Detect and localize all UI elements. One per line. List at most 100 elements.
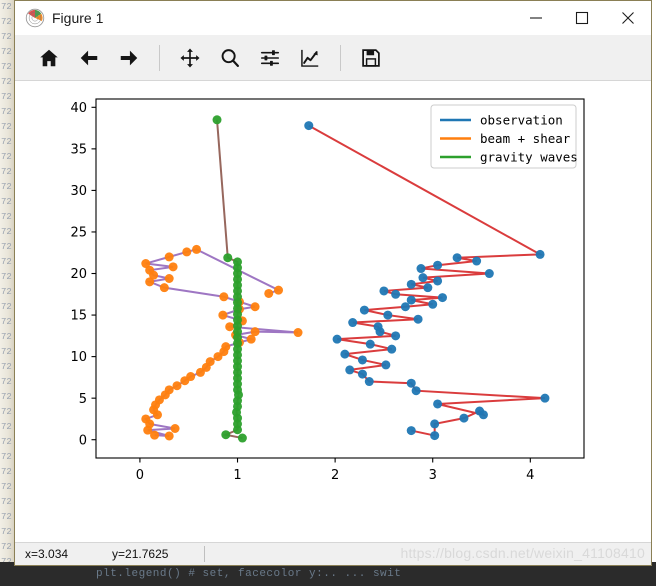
- data-point: [387, 344, 397, 354]
- data-point: [293, 328, 303, 338]
- forward-button[interactable]: [109, 41, 149, 75]
- data-point: [418, 273, 428, 283]
- zoom-button[interactable]: [210, 41, 250, 75]
- title-bar: Figure 1: [15, 1, 651, 35]
- toolbar-separator-1: [159, 44, 160, 71]
- data-point: [406, 279, 416, 289]
- data-point: [237, 433, 247, 443]
- data-point: [406, 426, 416, 436]
- cursor-x-readout: x=3.034: [25, 547, 69, 561]
- data-point: [304, 121, 314, 131]
- navigation-toolbar: [15, 35, 651, 81]
- maximize-icon: [575, 11, 589, 24]
- data-point: [423, 283, 433, 293]
- edit-parameters-button[interactable]: [290, 41, 330, 75]
- data-point: [433, 260, 443, 270]
- status-separator: [204, 546, 206, 562]
- editor-line-number-gutter: 72 72 72 72 72 72 72 72 72 72 72 72 72 72 72 72 72 72 72 72…: [0, 0, 14, 586]
- pan-button[interactable]: [170, 41, 210, 75]
- data-point: [264, 288, 274, 298]
- data-point: [219, 292, 229, 302]
- matplotlib-axes[interactable]: 0 1 2 3 40510152025303540observationbeam + s…: [15, 81, 651, 542]
- data-point: [430, 431, 440, 441]
- data-point: [391, 331, 401, 341]
- data-point: [406, 295, 416, 305]
- legend: observation beam + shear gravity waves: [430, 104, 578, 169]
- data-point: [416, 264, 426, 274]
- data-point: [348, 318, 358, 328]
- data-point: [413, 314, 423, 324]
- y-tick-label: 5: [79, 392, 87, 407]
- minimize-icon: [530, 16, 542, 19]
- y-tick-label: 35: [70, 142, 87, 157]
- status-bar: x=3.034 y=21.7625 https://blog.csdn.net/…: [15, 542, 651, 565]
- data-point: [359, 305, 369, 315]
- data-point: [164, 431, 174, 441]
- back-arrow-icon: [80, 50, 98, 65]
- data-point: [274, 285, 284, 295]
- subplot-sliders-icon: [260, 49, 280, 66]
- close-button[interactable]: [605, 1, 651, 34]
- maximize-button[interactable]: [559, 1, 605, 34]
- save-button[interactable]: [351, 41, 391, 75]
- pan-move-icon: [180, 47, 200, 68]
- data-point: [250, 302, 260, 312]
- data-point: [379, 286, 389, 296]
- data-point: [233, 257, 243, 267]
- x-tick-label: 1: [233, 468, 241, 483]
- data-point: [411, 386, 421, 396]
- x-tick-label: 0: [136, 468, 144, 483]
- data-point: [223, 253, 233, 263]
- data-point: [182, 247, 192, 257]
- data-point: [170, 423, 180, 433]
- data-point: [535, 249, 545, 259]
- data-point: [433, 276, 443, 286]
- figure-canvas[interactable]: 0 1 2 3 4 0 5 10 15 20 25 30 35 40 observation beam + s…: [15, 81, 651, 542]
- data-point: [212, 115, 222, 125]
- matplotlib-icon: [25, 8, 45, 27]
- figure-window: Figure 1 0 1 2 3 4 0 5 10 15 20 25 30 35…: [14, 0, 652, 566]
- y-tick-label: 25: [70, 226, 87, 241]
- data-point: [459, 413, 469, 423]
- data-point: [172, 381, 182, 391]
- data-point: [437, 293, 447, 303]
- data-point: [472, 256, 482, 266]
- window-title: Figure 1: [52, 9, 104, 26]
- y-tick-label: 40: [70, 101, 87, 116]
- minimize-button[interactable]: [513, 1, 559, 34]
- data-point: [452, 253, 462, 263]
- zoom-magnifier-icon: [221, 48, 239, 67]
- y-tick-label: 20: [70, 267, 87, 282]
- x-tick-label: 3: [429, 468, 437, 483]
- configure-subplots-button[interactable]: [250, 41, 290, 75]
- data-point: [221, 342, 231, 352]
- data-point: [159, 283, 169, 293]
- x-tick-label: 4: [526, 468, 534, 483]
- legend-label: observation: [480, 113, 563, 128]
- data-point: [225, 322, 235, 332]
- data-point: [340, 349, 350, 359]
- edit-axis-curve-icon: [301, 49, 319, 67]
- data-point: [540, 393, 550, 403]
- home-icon: [40, 49, 58, 66]
- data-point: [428, 299, 438, 309]
- forward-arrow-icon: [120, 50, 138, 65]
- data-point: [357, 355, 367, 365]
- home-button[interactable]: [29, 41, 69, 75]
- data-point: [164, 274, 174, 283]
- legend-label: gravity waves: [480, 150, 578, 165]
- legend-label: beam + shear: [480, 131, 571, 146]
- data-point: [364, 377, 374, 387]
- data-point: [484, 269, 494, 279]
- data-point: [365, 339, 375, 349]
- data-point: [383, 310, 393, 320]
- data-point: [164, 252, 174, 262]
- data-point: [433, 399, 443, 409]
- back-button[interactable]: [69, 41, 109, 75]
- data-point: [141, 414, 151, 424]
- data-point: [430, 419, 440, 429]
- data-point: [332, 334, 342, 344]
- data-point: [164, 385, 174, 395]
- window-controls: [513, 1, 651, 34]
- toolbar-separator-2: [340, 44, 341, 71]
